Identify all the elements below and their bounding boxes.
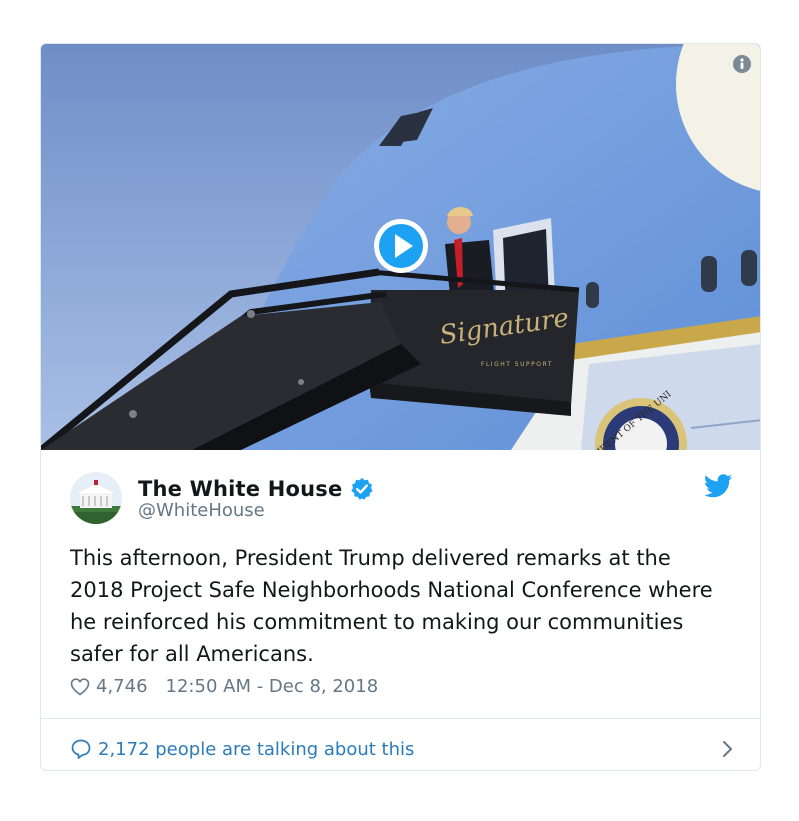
video-thumbnail[interactable]: Signature FLIGHT SUPPORT SIDENT OF THE U… [41, 44, 760, 450]
timestamp[interactable]: 12:50 AM - Dec 8, 2018 [166, 676, 379, 697]
verified-badge-icon [351, 478, 374, 500]
conversation-link[interactable]: 2,172 people are talking about this [70, 734, 735, 764]
info-icon[interactable] [733, 55, 751, 73]
heart-icon[interactable] [70, 677, 90, 697]
conversation-count[interactable]: 2,172 people are talking about this [98, 739, 414, 760]
twitter-bird-icon[interactable] [705, 474, 733, 498]
display-name[interactable]: The White House [138, 477, 342, 501]
tweet-text: This afternoon, President Trump delivere… [70, 546, 713, 666]
speech-bubble-icon [71, 739, 91, 759]
divider [41, 718, 760, 719]
play-icon[interactable] [373, 218, 429, 274]
chevron-right-icon[interactable] [721, 738, 735, 760]
user-handle[interactable]: @WhiteHouse [138, 500, 265, 521]
svg-text:FLIGHT SUPPORT: FLIGHT SUPPORT [481, 361, 553, 368]
like-count[interactable]: 4,746 [96, 676, 148, 697]
white-house-avatar-image [70, 472, 122, 524]
tweet-card[interactable]: Signature FLIGHT SUPPORT SIDENT OF THE U… [40, 43, 761, 771]
avatar[interactable] [70, 472, 122, 524]
tweet-meta: 4,746 12:50 AM - Dec 8, 2018 [70, 676, 378, 697]
